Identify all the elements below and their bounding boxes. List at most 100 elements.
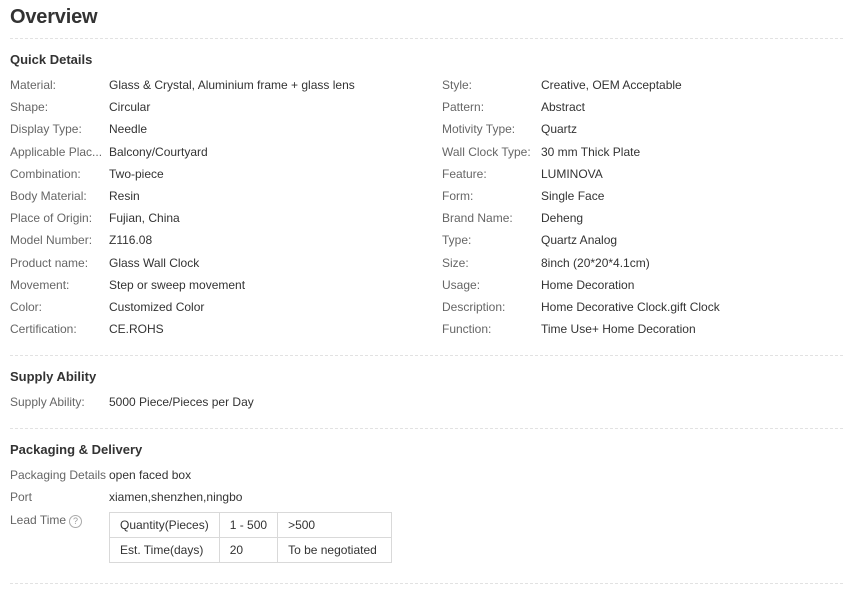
detail-label: Model Number: — [10, 233, 93, 248]
detail-label: Brand Name: — [442, 211, 513, 226]
divider — [10, 355, 843, 356]
detail-row: Place of Origin: Fujian, China — [10, 209, 410, 227]
detail-value: Abstract — [541, 100, 586, 115]
table-cell: To be negotiated — [277, 537, 393, 563]
detail-value: Circular — [109, 100, 151, 115]
detail-row: Display Type: Needle — [10, 120, 410, 138]
detail-label: Shape: — [10, 100, 49, 115]
detail-label: Certification: — [10, 322, 77, 337]
detail-value: Resin — [109, 189, 140, 203]
detail-row: Style: Creative, OEM Acceptable — [442, 76, 842, 94]
table-cell: Est. Time(days) — [109, 537, 220, 563]
detail-label: Place of Origin: — [10, 211, 93, 226]
detail-label: Motivity Type: — [442, 122, 516, 137]
detail-value: 30 mm Thick Plate — [541, 144, 641, 159]
detail-row: Port xiamen,shenzhen,ningbo — [10, 488, 843, 506]
detail-row: Model Number: Z116.08 — [10, 231, 410, 249]
detail-label: Function: — [442, 322, 492, 337]
detail-label: Display Type: — [10, 122, 82, 137]
detail-row: Body Material: Resin — [10, 187, 410, 205]
table-cell: Quantity(Pieces) — [109, 512, 220, 538]
table-cell: 1 - 500 — [218, 512, 279, 538]
packaging-delivery-heading: Packaging & Delivery — [10, 442, 143, 457]
detail-value: Home Decoration — [541, 277, 635, 292]
detail-value: Balcony/Courtyard — [109, 144, 208, 159]
detail-value: Single Face — [541, 189, 605, 203]
detail-row: Wall Clock Type: 30 mm Thick Plate — [442, 143, 842, 161]
detail-row: Movement: Step or sweep movement — [10, 276, 410, 294]
page-title: Overview — [10, 6, 98, 28]
detail-row: Brand Name: Deheng — [442, 209, 842, 227]
detail-label: Body Material: — [10, 189, 87, 203]
supply-ability-heading: Supply Ability — [10, 369, 97, 384]
detail-value: CE.ROHS — [109, 322, 164, 337]
lead-time-label: Lead Time? — [10, 511, 106, 529]
detail-value: Deheng — [541, 211, 584, 226]
detail-value: Creative, OEM Acceptable — [541, 78, 682, 92]
detail-row: Product name: Glass Wall Clock — [10, 254, 410, 272]
detail-label: Usage: — [442, 277, 481, 292]
divider — [10, 583, 843, 584]
table-row: Est. Time(days) 20 To be negotiated — [109, 537, 393, 563]
help-icon[interactable]: ? — [69, 515, 83, 528]
detail-label: Port — [10, 490, 33, 504]
detail-label: Size: — [442, 255, 469, 270]
detail-row: Shape: Circular — [10, 98, 410, 116]
detail-row: Supply Ability: 5000 Piece/Pieces per Da… — [10, 393, 843, 411]
detail-value: Step or sweep movement — [109, 277, 246, 292]
detail-value: xiamen,shenzhen,ningbo — [109, 490, 243, 504]
detail-row: Certification: CE.ROHS — [10, 320, 410, 338]
table-cell: 20 — [218, 537, 279, 563]
detail-value: Time Use+ Home Decoration — [541, 322, 696, 337]
detail-row: Combination: Two-piece — [10, 165, 410, 183]
detail-label: Style: — [442, 78, 473, 92]
detail-value: Home Decorative Clock.gift Clock — [541, 300, 720, 314]
lead-time-table: Quantity(Pieces) 1 - 500 >500 Est. Time(… — [109, 512, 393, 563]
detail-label: Movement: — [10, 277, 70, 292]
divider — [10, 428, 843, 429]
detail-row: Usage: Home Decoration — [442, 276, 842, 294]
detail-value: Two-piece — [109, 166, 164, 181]
detail-label: Description: — [442, 300, 506, 314]
detail-row: Material: Glass & Crystal, Aluminium fram… — [10, 76, 410, 94]
table-row: Quantity(Pieces) 1 - 500 >500 — [109, 512, 393, 538]
detail-row: Function: Time Use+ Home Decoration — [442, 320, 842, 338]
detail-label: Feature: — [442, 166, 487, 181]
detail-row: Motivity Type: Quartz — [442, 120, 842, 138]
detail-label: Pattern: — [442, 100, 485, 115]
detail-row: Color: Customized Color — [10, 298, 410, 316]
detail-row: Type: Quartz Analog — [442, 231, 842, 249]
detail-value: Quartz — [541, 122, 578, 137]
detail-value: 8inch (20*20*4.1cm) — [541, 255, 650, 270]
detail-label: Wall Clock Type: — [442, 144, 531, 159]
detail-label: Product name: — [10, 255, 89, 270]
detail-row: Description: Home Decorative Clock.gift C… — [442, 298, 842, 316]
detail-value: LUMINOVA — [541, 166, 603, 181]
detail-row: Pattern: Abstract — [442, 98, 842, 116]
detail-label: Material: — [10, 78, 57, 92]
detail-row: Applicable Plac... Balcony/Courtyard — [10, 143, 410, 161]
detail-value: Customized Color — [109, 300, 205, 314]
detail-value: Needle — [109, 122, 148, 137]
detail-row: Size: 8inch (20*20*4.1cm) — [442, 254, 842, 272]
detail-value: Quartz Analog — [541, 233, 618, 248]
detail-value: Glass Wall Clock — [109, 255, 200, 270]
quick-details-heading: Quick Details — [10, 52, 93, 67]
detail-value: open faced box — [109, 468, 192, 482]
detail-label: Type: — [442, 233, 472, 248]
detail-row: Packaging Details open faced box — [10, 466, 843, 484]
detail-label: Supply Ability: — [10, 395, 85, 409]
detail-row: Lead Time? — [10, 511, 110, 529]
detail-value: Fujian, China — [109, 211, 180, 226]
detail-label: Packaging Details — [10, 468, 107, 482]
detail-value: Z116.08 — [109, 233, 153, 248]
detail-label: Combination: — [10, 166, 81, 181]
detail-value: Glass & Crystal, Aluminium frame + glass… — [109, 78, 355, 92]
detail-label: Color: — [10, 300, 43, 314]
detail-row: Feature: LUMINOVA — [442, 165, 842, 183]
detail-label: Applicable Plac... — [10, 144, 103, 159]
table-cell: >500 — [277, 512, 393, 538]
detail-row: Form: Single Face — [442, 187, 842, 205]
detail-value: 5000 Piece/Pieces per Day — [109, 395, 254, 409]
divider — [10, 38, 843, 39]
